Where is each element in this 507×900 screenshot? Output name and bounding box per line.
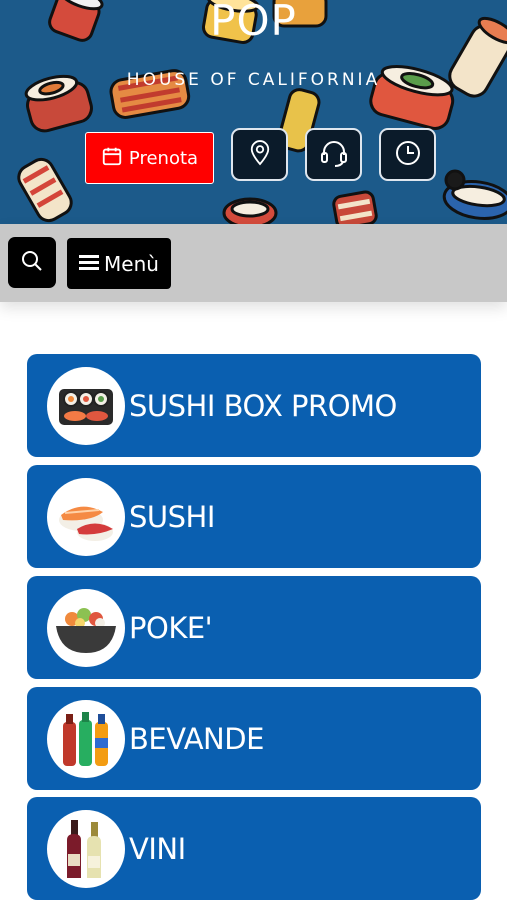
- menu-button[interactable]: Menù: [67, 238, 171, 289]
- category-label: SUSHI: [129, 499, 215, 534]
- category-label: SUSHI BOX PROMO: [129, 388, 397, 423]
- hamburger-icon: [79, 252, 100, 276]
- hero-header: POP HOUSE OF CALIFORNIA Prenota: [0, 0, 507, 224]
- wine-bottles-icon: [47, 809, 125, 888]
- book-table-label: Prenota: [128, 147, 199, 169]
- menu-label: Menù: [104, 251, 159, 276]
- clock-icon: [394, 139, 422, 171]
- category-poke[interactable]: POKE': [27, 576, 481, 679]
- sushi-box-icon: [47, 366, 125, 445]
- category-label: VINI: [129, 831, 186, 866]
- poke-bowl-icon: [47, 588, 125, 667]
- toolbar: Menù: [0, 224, 507, 302]
- location-button[interactable]: [231, 128, 288, 181]
- drinks-icon: [47, 699, 125, 778]
- calendar-icon: [101, 145, 123, 172]
- category-sushi-box-promo[interactable]: SUSHI BOX PROMO: [27, 354, 481, 457]
- opening-hours-button[interactable]: [379, 128, 436, 181]
- category-bevande[interactable]: BEVANDE: [27, 687, 481, 790]
- search-icon: [20, 249, 44, 277]
- headset-icon: [319, 139, 349, 171]
- book-table-button[interactable]: Prenota: [85, 132, 214, 184]
- category-label: BEVANDE: [129, 721, 264, 756]
- nigiri-icon: [47, 477, 125, 556]
- category-label: POKE': [129, 610, 213, 645]
- category-vini[interactable]: VINI: [27, 797, 481, 900]
- restaurant-name: POP: [210, 0, 297, 45]
- category-sushi[interactable]: SUSHI: [27, 465, 481, 568]
- location-pin-icon: [249, 139, 271, 170]
- restaurant-subtitle: HOUSE OF CALIFORNIA: [126, 70, 381, 90]
- search-button[interactable]: [8, 237, 56, 288]
- contact-button[interactable]: [305, 128, 362, 181]
